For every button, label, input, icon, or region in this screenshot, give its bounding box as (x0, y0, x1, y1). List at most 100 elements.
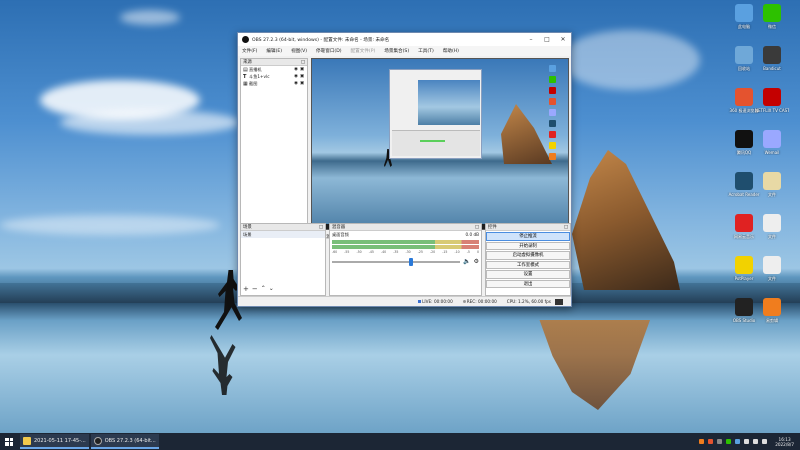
app-icon (763, 298, 781, 316)
lock-icon[interactable]: ▣ (299, 74, 305, 79)
start-recording-button[interactable]: 开始录制 (486, 241, 570, 250)
taskbar-item-obs[interactable]: OBS 27.2.3 (64-bit... (90, 434, 159, 449)
menu-file[interactable]: 文件(F) (242, 48, 257, 54)
clock-date: 2022/8/7 (775, 441, 794, 447)
ime-icon[interactable] (762, 439, 768, 444)
taskbar-item-label: 2021-05-11 17-45-... (34, 437, 86, 444)
desktop-icon[interactable]: 文件 (755, 172, 789, 198)
lock-icon[interactable]: ▣ (299, 67, 305, 72)
exit-button[interactable]: 退出 (486, 279, 570, 288)
settings-button[interactable]: 设置 (486, 270, 570, 279)
dock-float-icon[interactable]: □ (475, 225, 479, 230)
start-button[interactable] (0, 433, 18, 450)
mixer-title: 混音器 (332, 225, 346, 230)
desktop-icon[interactable]: Wemail (755, 130, 789, 155)
menu-view[interactable]: 视图(V) (291, 48, 307, 54)
menu-tools[interactable]: 工具(T) (418, 48, 434, 54)
scale-tick: -35 (393, 250, 399, 254)
tray-icon[interactable] (735, 439, 741, 444)
dock-float-icon[interactable]: □ (319, 225, 323, 230)
start-virtual-camera-button[interactable]: 启动虚拟摄像机 (486, 251, 570, 260)
speaker-icon[interactable]: 🔈 (463, 258, 470, 265)
tray-icon[interactable] (708, 439, 714, 444)
taskbar-clock[interactable]: 16:13 2022/8/7 (775, 437, 794, 447)
sources-dock: 来源 □ ▤ 直播机 ◉ ▣ T 斗鱼1+vlc ◉ ▣ ▦ 截图 ◉ ▣ (240, 58, 308, 250)
tray-icon[interactable] (699, 439, 705, 444)
preview-canvas[interactable] (311, 58, 569, 230)
cloud (560, 30, 700, 90)
move-up-icon[interactable]: ⌃ (261, 285, 266, 293)
remove-scene-icon[interactable]: − (252, 285, 258, 293)
nested-panels (392, 130, 480, 156)
dock-float-icon[interactable]: □ (564, 225, 568, 230)
sources-header: 来源 □ (241, 59, 307, 66)
studio-mode-button[interactable]: 工作室模式 (486, 260, 570, 269)
volume-slider[interactable] (332, 257, 461, 266)
tray-icon[interactable] (726, 439, 732, 444)
desktop-icon[interactable]: 文件 (755, 214, 789, 240)
slider-knob[interactable] (408, 257, 413, 266)
desktop-icon[interactable]: 易剪辑 (755, 298, 789, 324)
obs-window[interactable]: OBS 27.2.3 (64-bit, windows) - 配置文件: 未命名… (237, 32, 572, 307)
app-icon (763, 46, 781, 64)
close-button[interactable]: ✕ (555, 33, 571, 46)
network-icon[interactable] (744, 439, 750, 444)
desktop-icon-label: Bandicut (763, 66, 781, 71)
scale-tick: -30 (405, 250, 411, 254)
scenes-title: 场景 (243, 225, 252, 230)
menu-help[interactable]: 帮助(H) (443, 48, 459, 54)
scale-tick: -60 (332, 250, 338, 254)
speaker-icon[interactable] (753, 439, 759, 444)
rock-formation (572, 150, 680, 290)
menu-scene-collection[interactable]: 场景集合(S) (384, 48, 409, 54)
app-icon (735, 4, 753, 22)
add-scene-icon[interactable]: + (243, 285, 249, 293)
source-item[interactable]: ▦ 截图 ◉ ▣ (241, 80, 307, 87)
live-icon (418, 300, 422, 303)
desktop-icon-label: 微信 (768, 24, 776, 29)
scene-item[interactable]: 场景 (241, 231, 325, 238)
channel-name: 桌面音频 (332, 232, 349, 237)
desktop-icon[interactable]: 微信 (755, 4, 789, 30)
system-tray: 16:13 2022/8/7 (699, 437, 800, 447)
desktop-icon[interactable]: 文件 (755, 256, 789, 282)
scale-tick: -10 (454, 250, 460, 254)
desktop-icon-label: 文件 (768, 234, 776, 239)
maximize-button[interactable]: □ (539, 33, 555, 46)
app-icon (735, 214, 753, 232)
scale-tick: -45 (368, 250, 374, 254)
source-name: 斗鱼1+vlc (249, 73, 270, 79)
lock-icon[interactable]: ▣ (299, 81, 305, 86)
menu-edit[interactable]: 编辑(E) (266, 48, 282, 54)
volume-meter (332, 245, 479, 249)
menu-bar: 文件(F) 编辑(E) 视图(V) 停靠窗口(D) 配置文件(P) 场景集合(S… (238, 46, 571, 56)
app-icon (735, 172, 753, 190)
app-icon (735, 130, 753, 148)
desktop-icon[interactable]: Bandicut (755, 46, 789, 71)
source-item[interactable]: T 斗鱼1+vlc ◉ ▣ (241, 73, 307, 80)
cloud (60, 110, 240, 135)
scenes-dock: 场景 □ 场景 + − ⌃ ⌄ (240, 223, 326, 296)
taskbar-item-folder[interactable]: 2021-05-11 17-45-... (20, 434, 89, 449)
menu-profile[interactable]: 配置文件(P) (351, 48, 376, 54)
nested-meter (420, 140, 445, 142)
source-item[interactable]: ▤ 直播机 ◉ ▣ (241, 66, 307, 73)
volume-meter (332, 240, 479, 244)
desktop-icon-label: NETFLIX TV CAST (755, 108, 789, 113)
move-down-icon[interactable]: ⌄ (269, 285, 274, 293)
runner-reflection (210, 335, 236, 395)
app-icon (763, 4, 781, 22)
stop-streaming-button[interactable]: 停止推流 (486, 232, 570, 241)
app-icon (735, 88, 753, 106)
dock-float-icon[interactable]: □ (301, 60, 305, 65)
desktop-icon[interactable]: NETFLIX TV CAST (755, 88, 789, 113)
app-icon (763, 130, 781, 148)
menu-docks[interactable]: 停靠窗口(D) (316, 48, 342, 54)
taskbar: 2021-05-11 17-45-... OBS 27.2.3 (64-bit.… (0, 433, 800, 450)
gear-icon[interactable]: ⚙ (474, 258, 479, 265)
app-icon (735, 256, 753, 274)
scale-tick: -40 (381, 250, 387, 254)
obs-titlebar[interactable]: OBS 27.2.3 (64-bit, windows) - 配置文件: 未命名… (238, 33, 571, 46)
minimize-button[interactable]: – (523, 33, 539, 46)
tray-icon[interactable] (717, 439, 723, 444)
